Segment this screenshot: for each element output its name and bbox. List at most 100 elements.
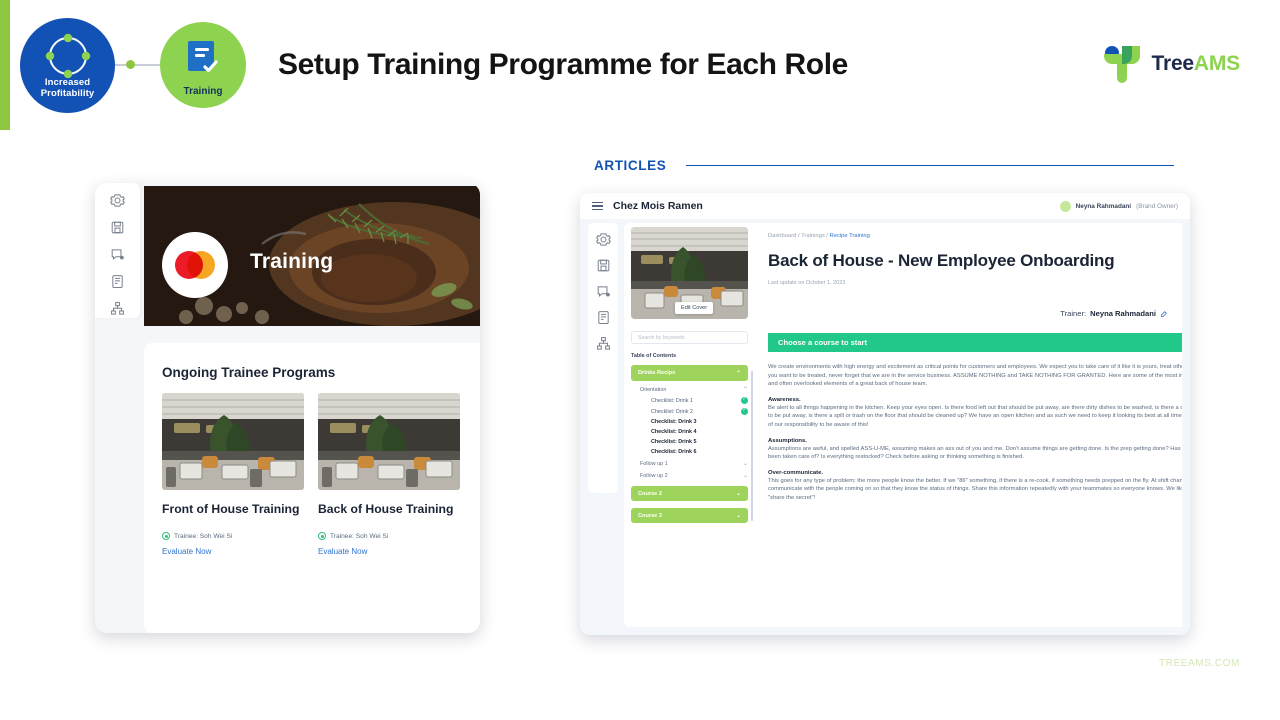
user-name: Neyna Rahmadani <box>1075 202 1132 210</box>
program-name: Back of House Training <box>318 502 454 516</box>
trainer-name: Neyna Rahmadani <box>1090 309 1156 318</box>
panel-title: Ongoing Trainee Programs <box>162 365 336 380</box>
save-document-icon[interactable] <box>110 220 125 235</box>
chevron-down-icon[interactable]: ⌄ <box>743 460 748 467</box>
edit-pencil-icon[interactable] <box>1160 310 1168 318</box>
user-chip[interactable]: Neyna Rahmadani (Brand Owner) <box>1059 200 1178 212</box>
accent-stripe <box>0 0 10 130</box>
completed-check-icon <box>741 396 748 404</box>
logo-text-secondary: AMS <box>1193 52 1240 75</box>
program-card-grid: Front of House Training Trainee: Soh Wei… <box>162 393 460 556</box>
document-header: Dashboard / Trainings / Recipe Training … <box>768 233 1168 286</box>
breadcrumb[interactable]: Dashboard / Trainings / Recipe Training <box>768 233 1168 239</box>
chevron-up-icon[interactable]: ⌃ <box>743 386 748 393</box>
toc-followup-2[interactable]: Follow up 2 ⌄ <box>631 472 748 480</box>
search-input[interactable]: Search by keywords <box>631 331 748 344</box>
app-topbar: Chez Mois Ramen Neyna Rahmadani (Brand O… <box>580 193 1190 219</box>
toc-item-checklist-1[interactable]: Checklist: Drink 1 <box>631 396 748 404</box>
program-trainee: Trainee: Soh Wei Si <box>318 532 460 540</box>
toc-section-label: Drinks Recipe <box>638 370 676 376</box>
circular-arrows-icon <box>45 33 90 79</box>
toc-item-checklist-5[interactable]: Checklist: Drink 5 <box>631 439 748 445</box>
gear-icon[interactable] <box>110 193 125 208</box>
app-sidebar-rail[interactable] <box>588 223 618 493</box>
article-paragraph-awareness: Be alert to all things happening in the … <box>768 404 1182 428</box>
breadcrumb-current[interactable]: Recipe Training <box>830 233 870 239</box>
toc-section-course-2[interactable]: Course 2 ⌄ <box>631 486 748 501</box>
chevron-up-icon[interactable]: ⌃ <box>736 370 741 377</box>
choose-course-banner[interactable]: Choose a course to start <box>768 333 1182 352</box>
article-paragraph-assumptions: Assumptions are awful, and spelled ASS-U… <box>768 445 1182 461</box>
toc-item-label: Checklist: Drink 1 <box>651 397 693 404</box>
program-trainee: Trainee: Soh Wei Si <box>162 532 304 540</box>
trainee-icon <box>318 532 326 540</box>
toc-item-checklist-6[interactable]: Checklist: Drink 6 <box>631 449 748 455</box>
article-heading-over-communicate: Over-communicate. <box>768 469 823 476</box>
checklist-document-icon[interactable] <box>110 274 125 289</box>
checklist-document-icon[interactable] <box>596 310 611 325</box>
left-sidebar-rail[interactable] <box>95 183 140 318</box>
hamburger-menu-icon[interactable] <box>592 202 603 210</box>
chevron-down-icon[interactable]: ⌄ <box>743 472 748 479</box>
restaurant-photo <box>162 393 304 490</box>
document-check-icon <box>188 41 218 73</box>
toc-section-course-3[interactable]: Course 3 ⌄ <box>631 508 748 523</box>
footer-url: TREEAMS.COM <box>1158 658 1240 669</box>
save-document-icon[interactable] <box>596 258 611 273</box>
toc-item-label: Checklist: Drink 2 <box>651 408 693 415</box>
toc-item-checklist-3[interactable]: Checklist: Drink 3 <box>631 419 748 425</box>
trainee-label: Trainee: Soh Wei Si <box>174 532 233 540</box>
choose-course-label: Choose a course to start <box>778 338 868 347</box>
chevron-down-icon[interactable]: ⌄ <box>736 490 741 497</box>
trainee-icon <box>162 532 170 540</box>
article-heading-awareness: Awareness. <box>768 396 801 403</box>
right-screenshot: Chez Mois Ramen Neyna Rahmadani (Brand O… <box>580 193 1190 635</box>
toc-item-label: Checklist: Drink 3 <box>651 419 697 425</box>
brand-logo-badge <box>162 232 228 298</box>
toc-followup-1[interactable]: Follow up 1 ⌄ <box>631 460 748 468</box>
articles-divider <box>686 164 1174 167</box>
org-chart-icon[interactable] <box>110 301 125 316</box>
node-training: Training <box>160 22 246 108</box>
toc-item-label: Checklist: Drink 6 <box>651 449 697 455</box>
edit-cover-button[interactable]: Edit Cover <box>675 302 714 314</box>
evaluate-now-link[interactable]: Evaluate Now <box>162 547 304 556</box>
toc-item-checklist-2[interactable]: Checklist: Drink 2 <box>631 407 748 415</box>
chat-note-icon[interactable] <box>596 284 611 299</box>
app-brand-name: Chez Mois Ramen <box>613 200 703 212</box>
org-chart-icon[interactable] <box>596 336 611 351</box>
tree-mark-icon <box>1103 46 1140 83</box>
toc-section-drinks-recipe[interactable]: Drinks Recipe ⌃ <box>631 365 748 381</box>
breadcrumb-path: Dashboard / Trainings / <box>768 233 830 239</box>
connector-dot <box>126 60 135 69</box>
toc-section-label: Course 3 <box>638 512 662 519</box>
chevron-down-icon[interactable]: ⌄ <box>736 512 741 519</box>
chat-note-icon[interactable] <box>110 247 125 262</box>
toc-item-label: Checklist: Drink 4 <box>651 429 697 435</box>
logo-circle-orange <box>187 251 215 279</box>
toc-followup-label: Follow up 2 <box>640 472 668 479</box>
table-of-contents: Search by keywords Table of Contents Dri… <box>631 331 753 523</box>
toc-item-checklist-4[interactable]: Checklist: Drink 4 <box>631 429 748 435</box>
toc-heading: Table of Contents <box>631 353 677 359</box>
cover-image[interactable]: Edit Cover <box>631 227 748 319</box>
program-card[interactable]: Back of House Training Trainee: Soh Wei … <box>318 393 460 556</box>
toc-subsection-label: Orientation <box>640 386 667 393</box>
evaluate-now-link[interactable]: Evaluate Now <box>318 547 460 556</box>
node-label-line2: Profitability <box>40 88 95 99</box>
program-thumbnail <box>162 393 304 490</box>
article-paragraph-over-communicate: This goes for any type of problem; the m… <box>768 477 1182 501</box>
trainer-row: Trainer: Neyna Rahmadani <box>1060 309 1168 318</box>
toc-followup-label: Follow up 1 <box>640 460 668 467</box>
gear-icon[interactable] <box>595 232 611 247</box>
program-name: Front of House Training <box>162 502 300 516</box>
trainee-label: Trainee: Soh Wei Si <box>330 532 389 540</box>
program-card[interactable]: Front of House Training Trainee: Soh Wei… <box>162 393 304 556</box>
toc-scrollbar[interactable] <box>751 371 753 521</box>
article-content: We create environments with high energy … <box>768 363 1182 511</box>
articles-label: ARTICLES <box>594 158 667 173</box>
toc-subsection-orientation[interactable]: Orientation ⌃ <box>631 386 748 394</box>
restaurant-photo <box>318 393 460 490</box>
last-update-text: Last update on October 1, 2023 <box>768 280 846 286</box>
logo-text-primary: Tree <box>1151 52 1195 75</box>
